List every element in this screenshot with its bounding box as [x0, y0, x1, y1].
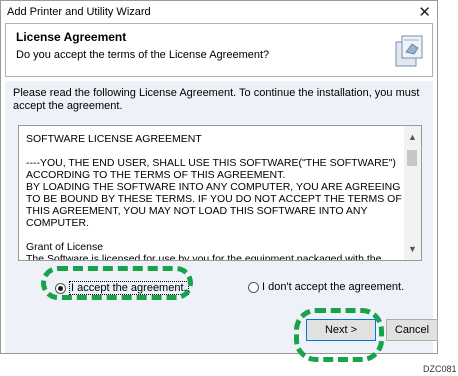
radio-unchecked-icon[interactable]: [248, 281, 259, 293]
scroll-thumb[interactable]: [407, 150, 417, 166]
accept-agreement-radio[interactable]: I accept the agreement.: [55, 281, 189, 295]
wizard-header: License Agreement Do you accept the term…: [5, 23, 433, 77]
figure-caption: DZC081: [423, 364, 457, 374]
title-bar: Add Printer and Utility Wizard ✕: [1, 1, 437, 23]
window-title: Add Printer and Utility Wizard: [7, 6, 151, 18]
page-subtitle: Do you accept the terms of the License A…: [16, 49, 270, 61]
wizard-dialog: Add Printer and Utility Wizard ✕ License…: [0, 0, 438, 362]
reject-agreement-label[interactable]: I don't accept the agreement.: [262, 281, 404, 293]
cancel-button[interactable]: Cancel: [386, 319, 438, 341]
radio-checked-icon[interactable]: [55, 282, 66, 294]
scroll-down-icon[interactable]: ▼: [408, 244, 417, 254]
license-paragraph-1: ----YOU, THE END USER, SHALL USE THIS SO…: [26, 157, 402, 229]
intro-text: Please read the following License Agreem…: [13, 87, 420, 112]
license-scrollbar[interactable]: ▲ ▼: [404, 126, 421, 260]
license-paragraph-2: Grant of License The Software is license…: [26, 241, 382, 261]
next-button[interactable]: Next >: [306, 319, 376, 341]
wizard-content: Please read the following License Agreem…: [5, 81, 438, 362]
license-text: SOFTWARE LICENSE AGREEMENT ----YOU, THE …: [26, 133, 404, 261]
page-title: License Agreement: [16, 30, 127, 44]
scroll-up-icon[interactable]: ▲: [408, 132, 417, 142]
close-icon[interactable]: ✕: [418, 3, 431, 21]
license-text-box[interactable]: SOFTWARE LICENSE AGREEMENT ----YOU, THE …: [18, 125, 422, 261]
accept-agreement-label[interactable]: I accept the agreement.: [69, 281, 189, 295]
document-seal-icon: [395, 35, 423, 67]
license-heading: SOFTWARE LICENSE AGREEMENT: [26, 133, 202, 145]
reject-agreement-radio[interactable]: I don't accept the agreement.: [248, 281, 404, 293]
